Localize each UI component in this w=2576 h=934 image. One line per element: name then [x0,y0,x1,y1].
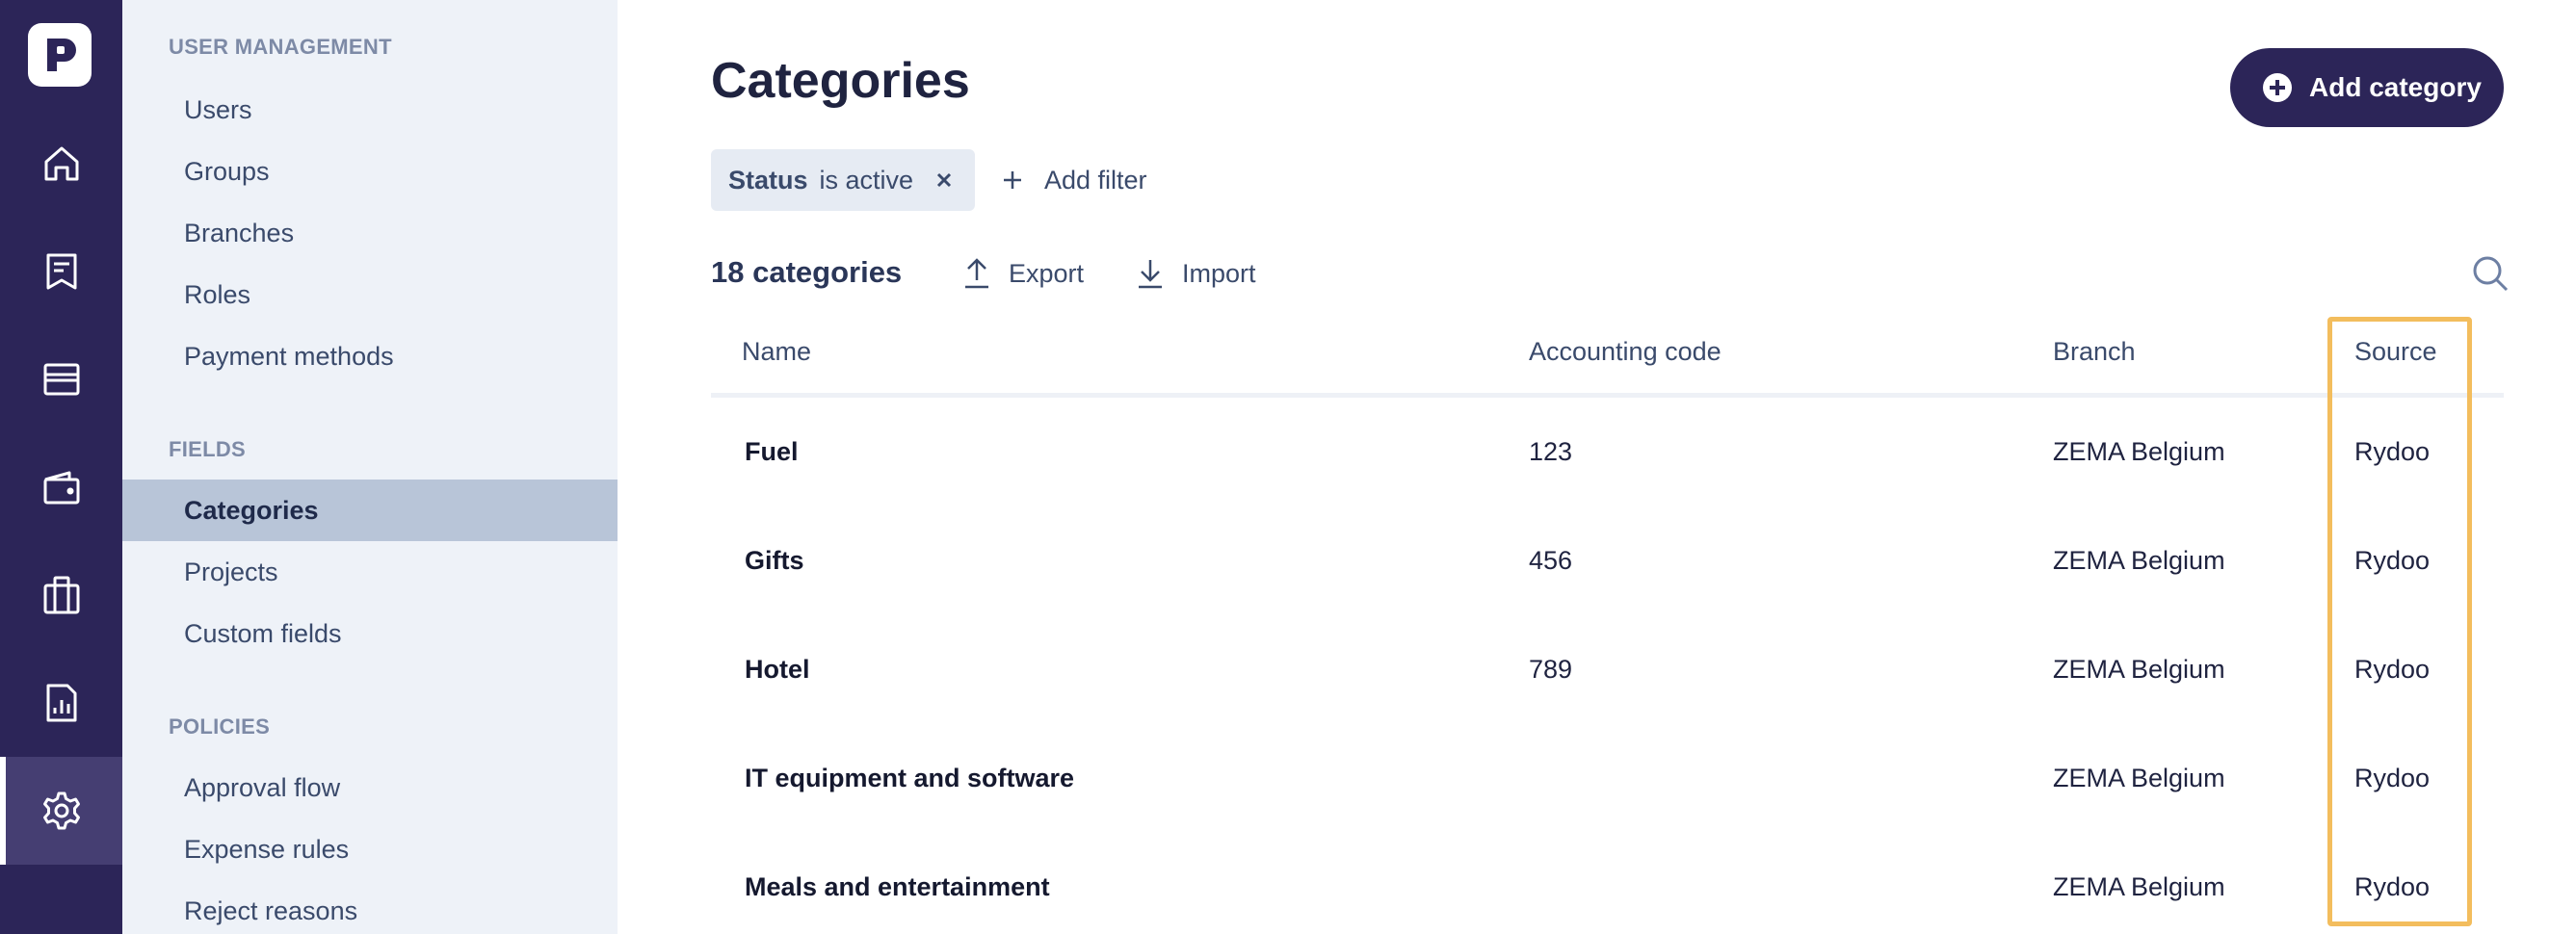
row-name: IT equipment and software [745,764,1075,792]
table-row[interactable]: Meals and entertainment ZEMA Belgium Ryd… [711,833,2504,934]
export-label: Export [1009,258,1085,288]
wallet-icon[interactable] [0,433,122,541]
sidebar-item-reject-reasons[interactable]: Reject reasons [122,880,618,934]
column-header-accounting-code[interactable]: Accounting code [1529,337,1722,367]
export-button[interactable]: Export [962,252,1084,295]
source-column-highlight [2327,317,2472,926]
row-branch: ZEMA Belgium [2053,546,2225,575]
sidebar-item-custom-fields[interactable]: Custom fields [122,603,618,664]
table-row[interactable]: IT equipment and software ZEMA Belgium R… [711,724,2504,833]
app: USER MANAGEMENT Users Groups Branches Ro… [0,0,2576,934]
table-row[interactable]: Fuel 123 ZEMA Belgium Rydoo [711,398,2504,506]
sidebar-item-projects[interactable]: Projects [122,541,618,603]
add-category-button[interactable]: Add category [2230,48,2504,127]
row-name: Hotel [745,655,810,684]
main-content: Categories Add category Status is active… [618,0,2576,934]
row-branch: ZEMA Belgium [2053,655,2225,684]
row-name: Fuel [745,437,799,466]
sidebar-item-categories[interactable]: Categories [122,480,618,541]
download-icon [1139,260,1162,289]
sidebar-item-expense-rules[interactable]: Expense rules [122,818,618,880]
section-title-user-management: USER MANAGEMENT [169,35,392,59]
reports-icon[interactable] [0,649,122,757]
row-accounting-code: 456 [1529,546,1573,575]
plus-circle-icon [2263,73,2292,102]
rydoo-logo-icon[interactable] [28,23,92,87]
add-filter-label: Add filter [1044,165,1147,195]
row-name: Gifts [745,546,804,575]
sidebar-item-groups[interactable]: Groups [122,141,618,202]
sidebar-item-users[interactable]: Users [122,79,618,141]
row-accounting-code: 123 [1529,437,1573,466]
icon-rail [0,0,122,934]
upload-icon [965,258,988,289]
settings-icon[interactable] [0,757,122,865]
section-title-policies: POLICIES [169,714,271,739]
search-icon[interactable] [2471,254,2510,293]
import-button[interactable]: Import [1136,252,1256,295]
page-title: Categories [711,53,970,109]
sidebar-item-branches[interactable]: Branches [122,202,618,264]
row-accounting-code: 789 [1529,655,1573,684]
row-name: Meals and entertainment [745,872,1050,901]
home-icon[interactable] [0,110,122,218]
column-header-branch[interactable]: Branch [2053,337,2136,367]
section-title-fields: FIELDS [169,437,247,461]
add-category-label: Add category [2309,72,2482,102]
table-row[interactable]: Hotel 789 ZEMA Belgium Rydoo [711,615,2504,724]
trips-icon[interactable] [0,541,122,649]
plus-icon [1004,171,1021,189]
sidebar-item-approval-flow[interactable]: Approval flow [122,757,618,818]
close-icon[interactable] [934,170,954,190]
row-branch: ZEMA Belgium [2053,872,2225,901]
filter-key: Status [728,165,808,195]
status-filter-chip[interactable]: Status is active [711,149,975,211]
filter-value: is active [819,165,914,195]
table-row[interactable]: Gifts 456 ZEMA Belgium Rydoo [711,506,2504,615]
row-branch: ZEMA Belgium [2053,764,2225,792]
settings-sidebar: USER MANAGEMENT Users Groups Branches Ro… [122,0,618,934]
expenses-icon[interactable] [0,218,122,325]
sidebar-item-roles[interactable]: Roles [122,264,618,325]
cards-icon[interactable] [0,325,122,433]
add-filter-button[interactable]: Add filter [1002,157,1147,203]
column-header-name[interactable]: Name [742,337,811,367]
import-label: Import [1182,258,1256,288]
row-branch: ZEMA Belgium [2053,437,2225,466]
sidebar-item-payment-methods[interactable]: Payment methods [122,325,618,387]
category-count: 18 categories [711,255,903,289]
